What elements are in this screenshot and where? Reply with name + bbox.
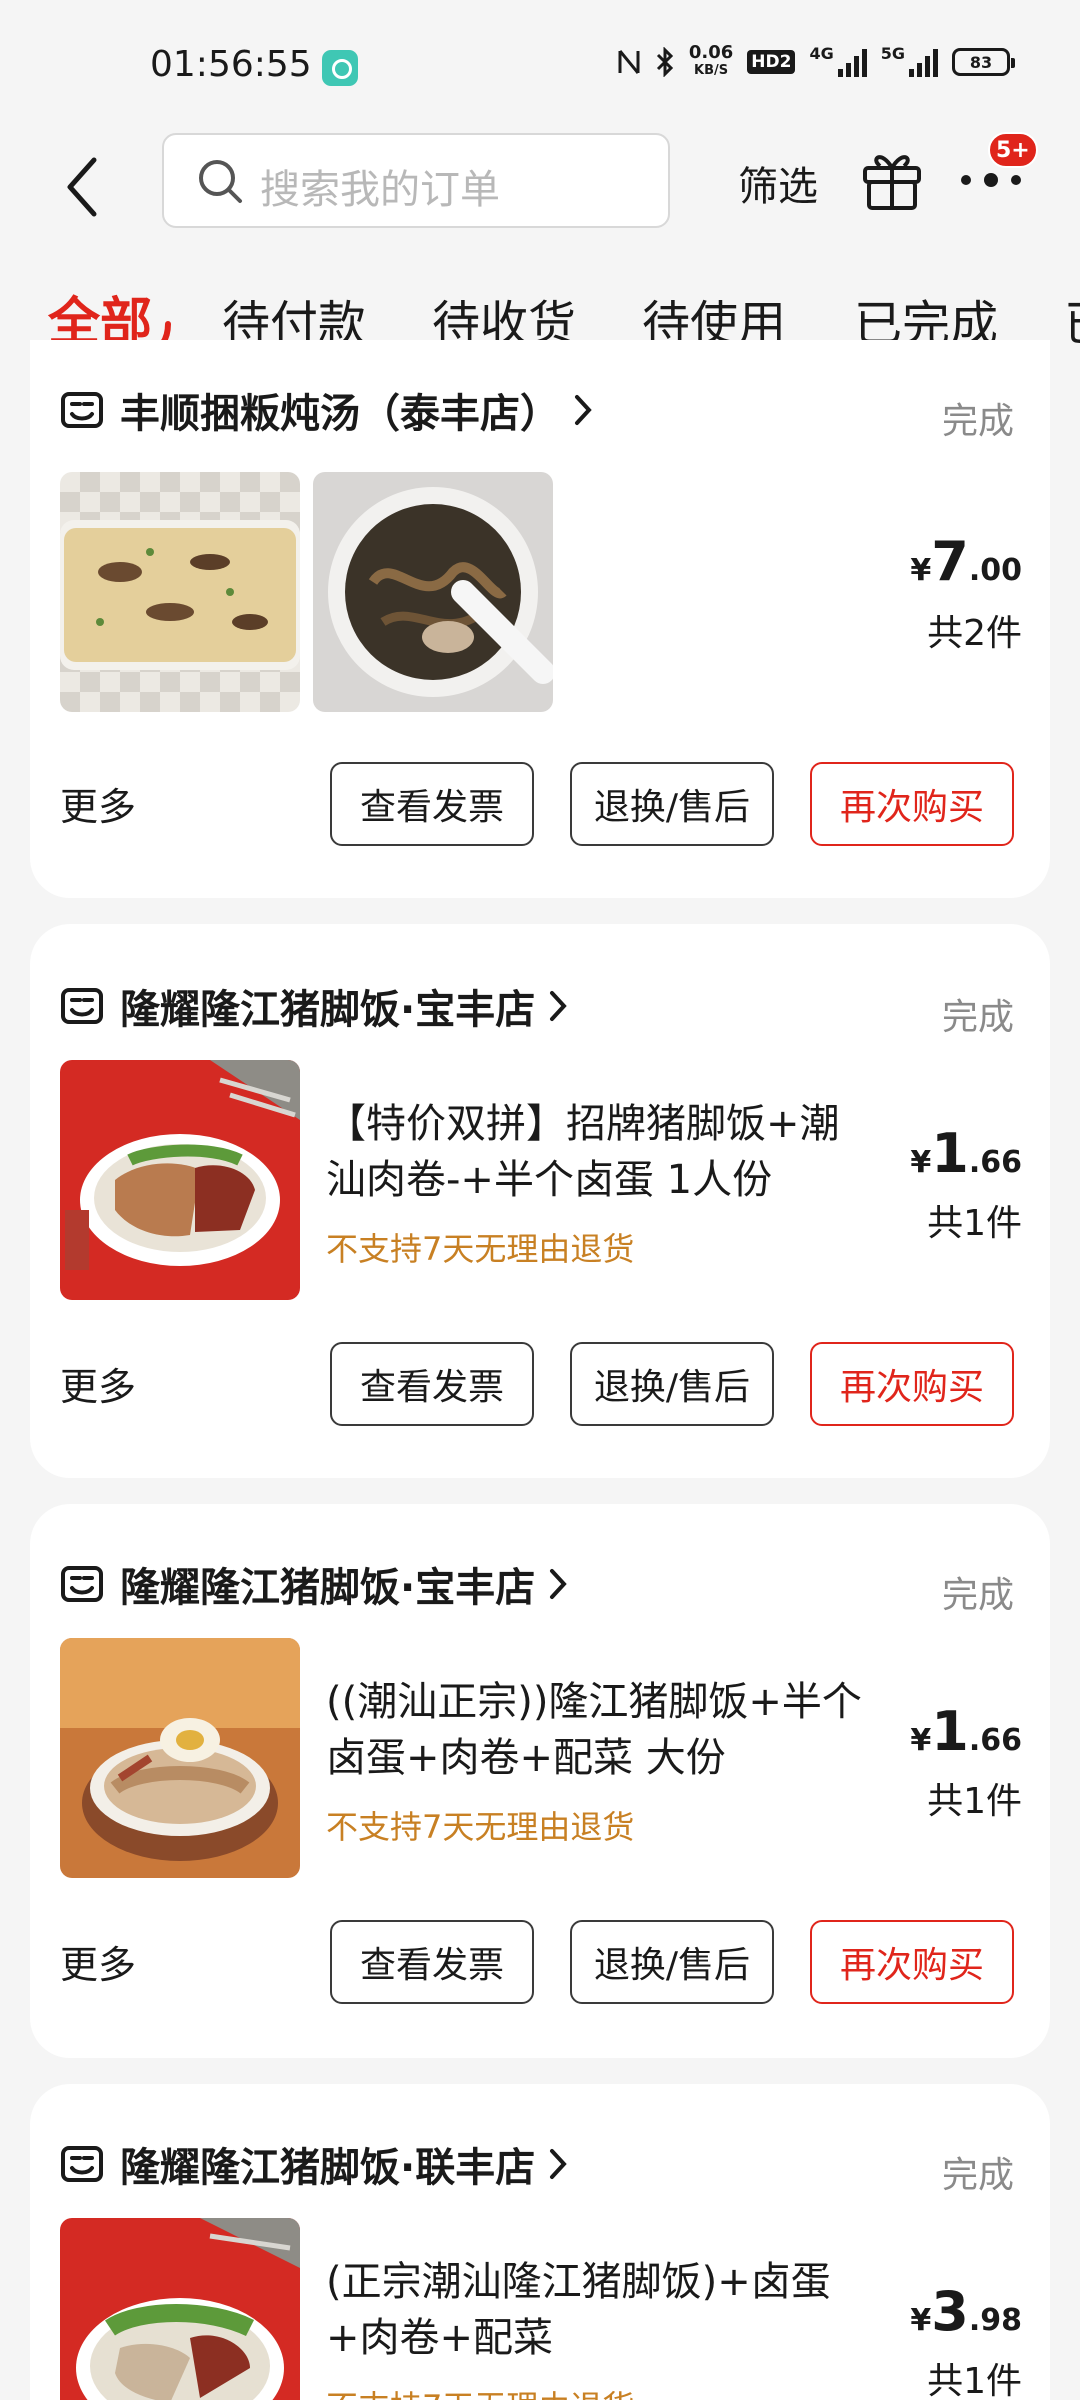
order-price: ¥1.66 [910, 1700, 1022, 1763]
return-exchange-button[interactable]: 退换/售后 [570, 1920, 774, 2004]
order-quantity: 共1件 [927, 1203, 1022, 1244]
more-icon[interactable] [958, 170, 1024, 190]
order-quantity: 共1件 [927, 2361, 1022, 2400]
store-name: 丰顺捆粄炖汤（泰丰店） [120, 391, 560, 437]
store-icon [61, 2146, 103, 2182]
store-row[interactable]: 隆耀隆江猪脚饭·联丰店 [60, 2134, 569, 2194]
search-placeholder: 搜索我的订单 [260, 167, 500, 213]
order-card[interactable]: 隆耀隆江猪脚饭·宝丰店 完成 【特价双拼】招牌猪脚饭+潮汕肉卷-+半个卤蛋 1人… [30, 924, 1050, 1478]
rebuy-button[interactable]: 再次购买 [810, 1920, 1014, 2004]
product-title[interactable]: 【特价双拼】招牌猪脚饭+潮汕肉卷-+半个卤蛋 1人份 [326, 1096, 866, 1208]
more-link[interactable]: 更多 [60, 1356, 136, 1411]
product-image[interactable] [60, 1060, 300, 1300]
chevron-right-icon [550, 2149, 567, 2179]
order-card[interactable]: 隆耀隆江猪脚饭·宝丰店 完成 ((潮汕正宗))隆江猪脚饭+半个卤蛋+肉卷+配菜 … [30, 1504, 1050, 2058]
store-row[interactable]: 隆耀隆江猪脚饭·宝丰店 [60, 1554, 569, 1614]
store-name: 隆耀隆江猪脚饭·宝丰店 [120, 1565, 536, 1611]
order-card[interactable]: 隆耀隆江猪脚饭·联丰店 完成 (正宗潮汕隆江猪脚饭)+卤蛋+肉卷+配菜 不支持7… [30, 2084, 1050, 2400]
store-row[interactable]: 丰顺捆粄炖汤（泰丰店） [60, 380, 594, 440]
back-icon[interactable] [60, 152, 110, 222]
status-time: 01:56:55 [150, 44, 312, 85]
store-icon [61, 392, 103, 428]
view-invoice-button[interactable]: 查看发票 [330, 762, 534, 846]
view-invoice-button[interactable]: 查看发票 [330, 1920, 534, 2004]
battery-icon: 83 [952, 48, 1015, 76]
return-exchange-button[interactable]: 退换/售后 [570, 1342, 774, 1426]
signal-icon-2 [909, 47, 938, 77]
order-quantity: 共1件 [927, 1781, 1022, 1822]
order-status: 完成 [941, 401, 1014, 442]
store-icon [61, 988, 103, 1024]
nfc-icon [618, 50, 640, 74]
order-card[interactable]: 丰顺捆粄炖汤（泰丰店） 完成 ¥7.00 共2件 更多 查看发票 退换/售后 再… [30, 340, 1050, 898]
header: 搜索我的订单 筛选 5+ [0, 130, 1080, 250]
hd-voice-icon: HD2 [747, 50, 796, 74]
rebuy-button[interactable]: 再次购买 [810, 762, 1014, 846]
order-quantity: 共2件 [927, 613, 1022, 654]
chevron-right-icon [550, 1569, 567, 1599]
return-policy-note: 不支持7天无理由退货 [326, 1808, 635, 1846]
product-title[interactable]: ((潮汕正宗))隆江猪脚饭+半个卤蛋+肉卷+配菜 大份 [326, 1674, 866, 1786]
chevron-right-icon [550, 991, 567, 1021]
order-price: ¥1.66 [910, 1122, 1022, 1185]
search-input[interactable]: 搜索我的订单 [162, 133, 670, 228]
product-image[interactable] [60, 472, 300, 712]
product-image[interactable] [60, 2218, 300, 2400]
order-price: ¥3.98 [910, 2280, 1022, 2343]
filter-button[interactable]: 筛选 [738, 154, 818, 212]
return-policy-note: 不支持7天无理由退货 [326, 2382, 634, 2400]
search-icon [199, 160, 242, 203]
product-title[interactable]: (正宗潮汕隆江猪脚饭)+卤蛋+肉卷+配菜 [326, 2254, 866, 2366]
store-row[interactable]: 隆耀隆江猪脚饭·宝丰店 [60, 976, 569, 1036]
store-name: 隆耀隆江猪脚饭·联丰店 [120, 2145, 536, 2191]
more-link[interactable]: 更多 [60, 776, 136, 831]
more-link[interactable]: 更多 [60, 1934, 136, 1989]
chevron-right-icon [575, 395, 592, 425]
network-type-4g: 4G [809, 44, 834, 63]
network-speed: 0.06 KB/S [688, 42, 734, 79]
view-invoice-button[interactable]: 查看发票 [330, 1342, 534, 1426]
app-notification-icon [322, 50, 358, 86]
order-status: 完成 [941, 1575, 1014, 1616]
rebuy-button[interactable]: 再次购买 [810, 1342, 1014, 1426]
status-bar: 01:56:55 0.06 KB/S HD2 4G 5G 83 [0, 0, 1080, 130]
store-name: 隆耀隆江猪脚饭·宝丰店 [120, 987, 536, 1033]
bluetooth-icon [656, 47, 673, 77]
product-image[interactable] [60, 1638, 300, 1878]
store-icon [61, 1566, 103, 1602]
order-price: ¥7.00 [910, 530, 1022, 593]
product-image[interactable] [313, 472, 553, 712]
status-icons: 0.06 KB/S HD2 4G 5G 83 [617, 42, 1015, 80]
order-status: 完成 [941, 997, 1014, 1038]
signal-icon [837, 47, 867, 77]
gift-icon[interactable] [860, 146, 924, 212]
notification-badge: 5+ [988, 132, 1038, 168]
return-exchange-button[interactable]: 退换/售后 [570, 762, 774, 846]
order-status: 完成 [941, 2155, 1014, 2196]
network-type-5g: 5G [880, 44, 905, 63]
return-policy-note: 不支持7天无理由退货 [326, 1230, 635, 1268]
tab-more-partial[interactable]: 已 [1064, 284, 1080, 354]
